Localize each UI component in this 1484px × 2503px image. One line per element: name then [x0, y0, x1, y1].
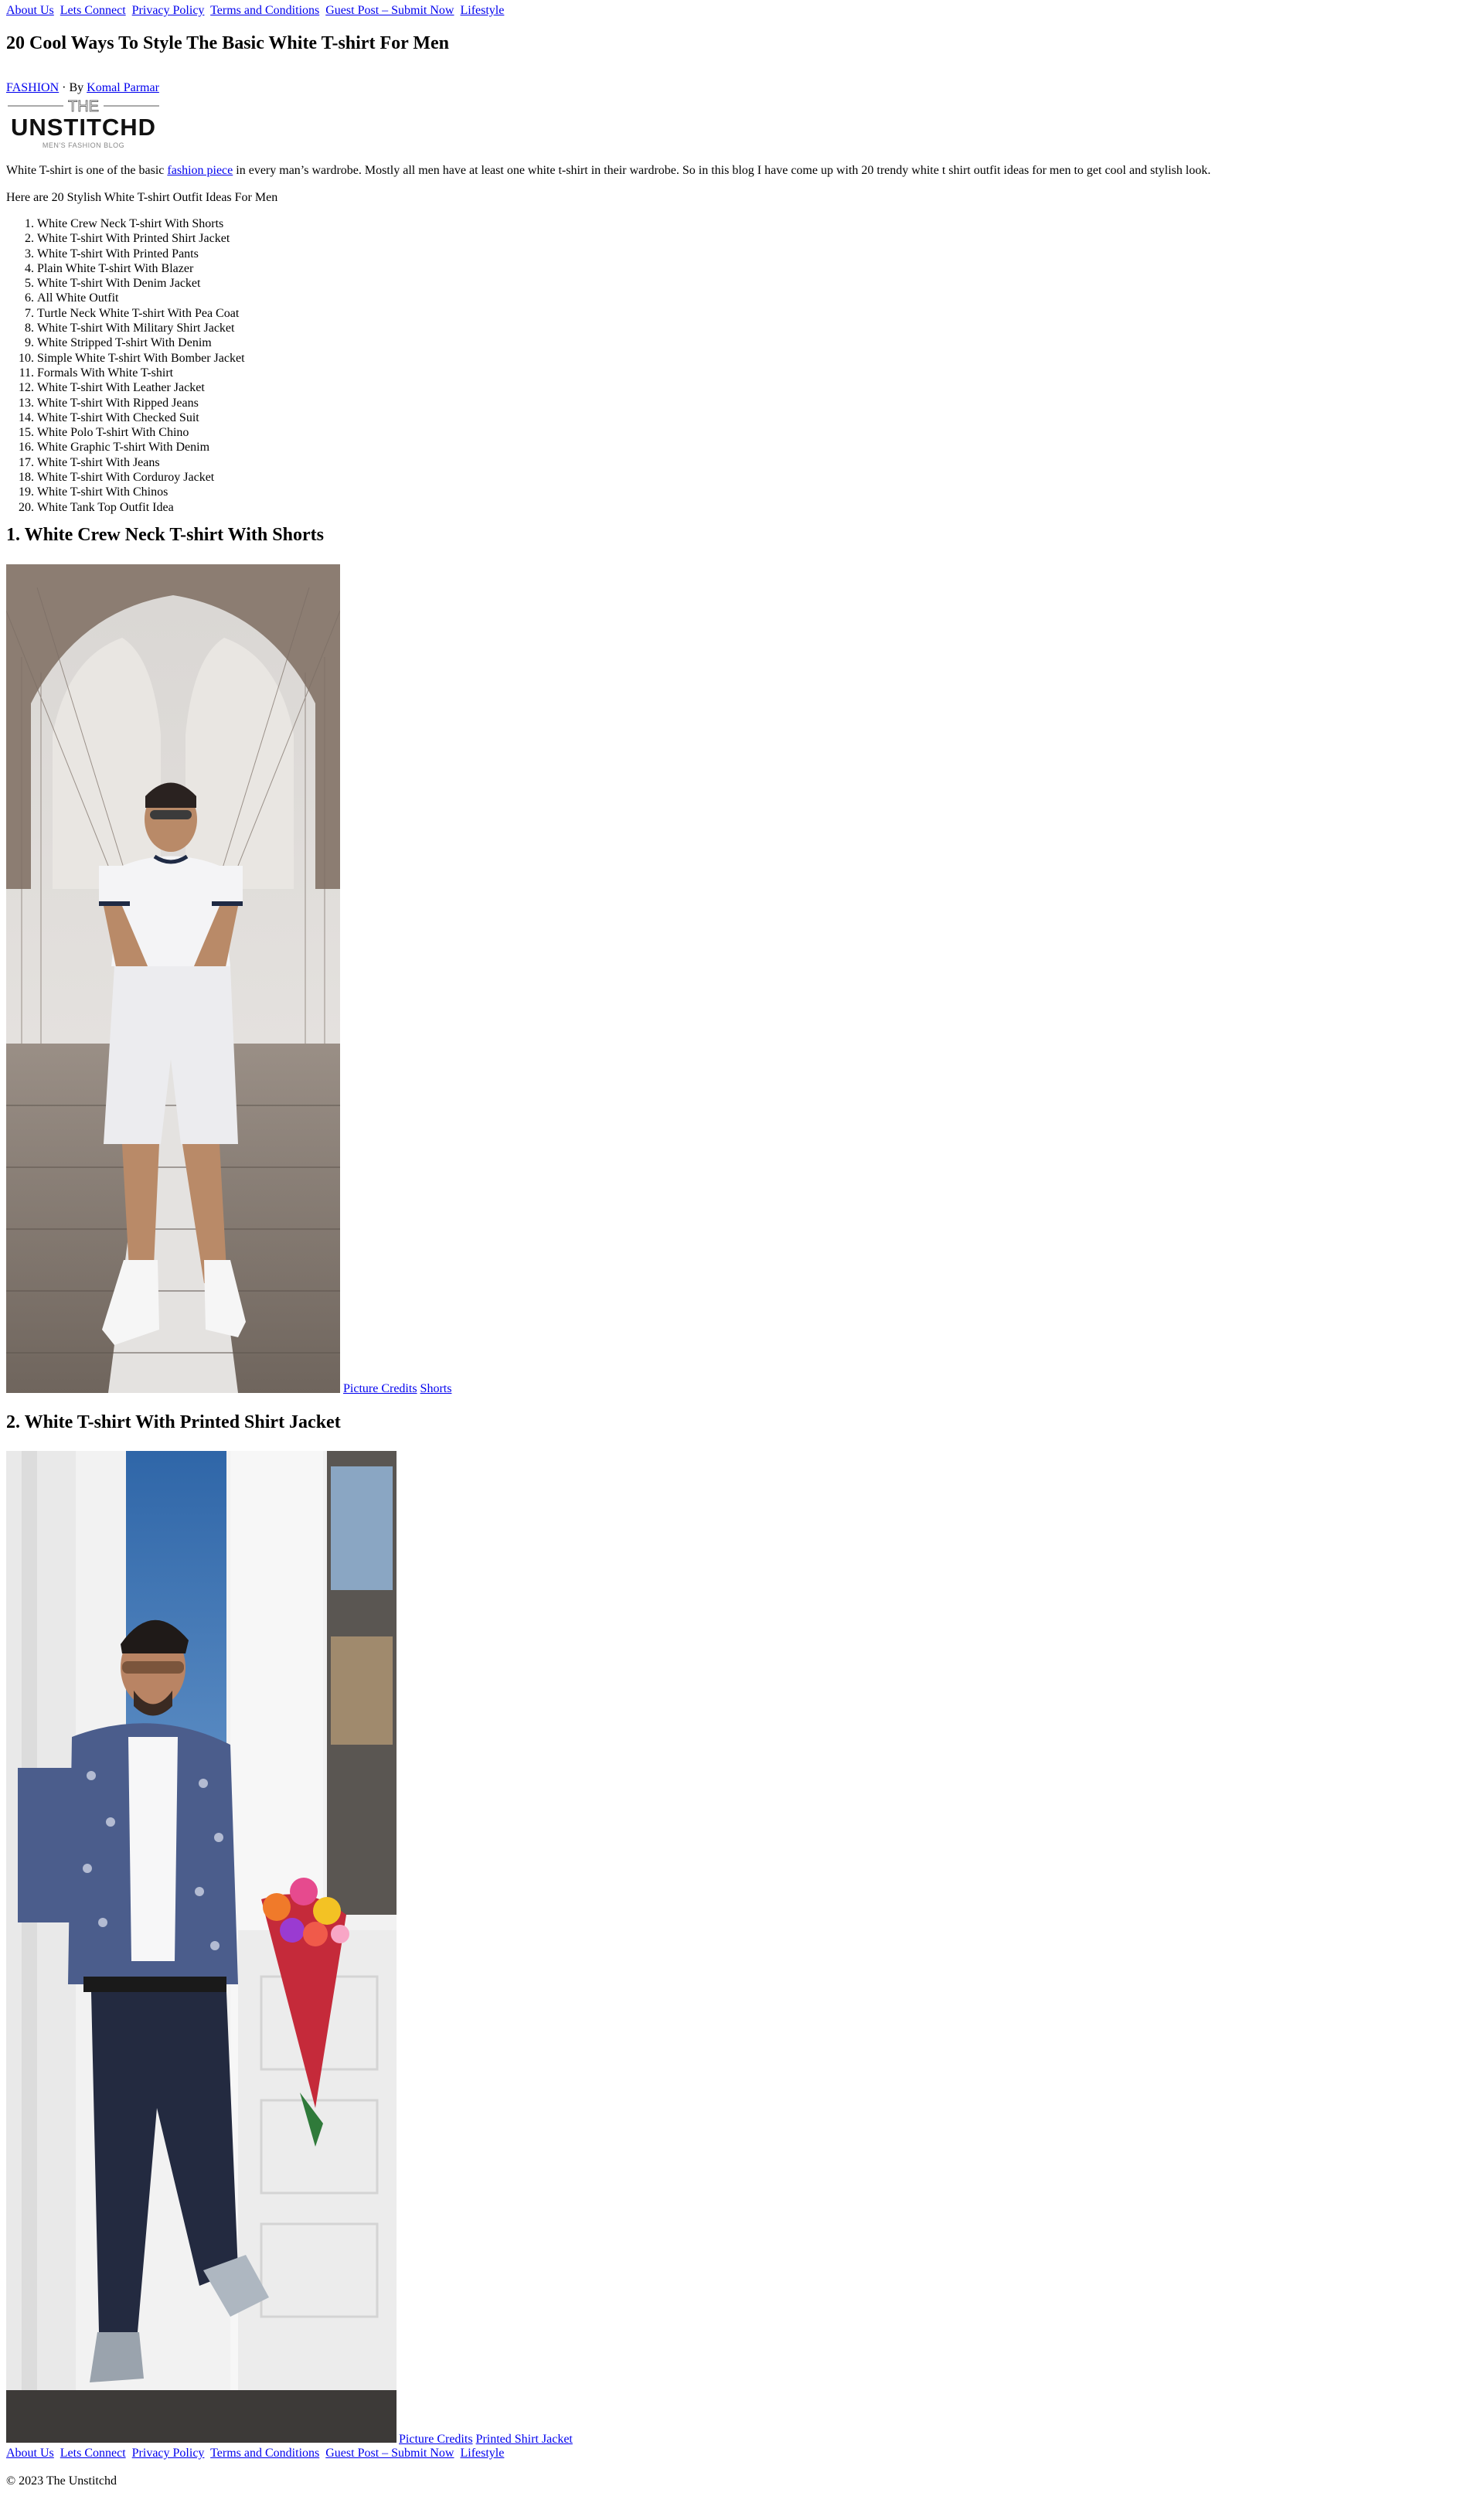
- toc-item: White T-shirt With Checked Suit: [37, 410, 1478, 425]
- section-heading-2: 2. White T-shirt With Printed Shirt Jack…: [6, 1412, 341, 1432]
- toc-list: White Crew Neck T-shirt With Shorts Whit…: [6, 216, 1478, 515]
- toc-item: White T-shirt With Ripped Jeans: [37, 396, 1478, 410]
- site-logo[interactable]: THE UNSTITCHD MEN'S FASHION BLOG: [6, 97, 161, 151]
- toc-item: Plain White T-shirt With Blazer: [37, 261, 1478, 276]
- nav-link-about-us[interactable]: About Us: [6, 4, 54, 17]
- footer-link-lets-connect[interactable]: Lets Connect: [60, 2447, 126, 2460]
- intro-paragraph: White T-shirt is one of the basic fashio…: [6, 164, 1211, 177]
- section-heading-1: 1. White Crew Neck T-shirt With Shorts: [6, 525, 324, 545]
- toc-item: White Graphic T-shirt With Denim: [37, 440, 1478, 455]
- page-title: 20 Cool Ways To Style The Basic White T-…: [6, 33, 449, 53]
- footer-link-guest-post[interactable]: Guest Post – Submit Now: [325, 2447, 454, 2460]
- footer-link-terms[interactable]: Terms and Conditions: [210, 2447, 319, 2460]
- nav-link-guest-post[interactable]: Guest Post – Submit Now: [325, 4, 454, 17]
- nav-link-lets-connect[interactable]: Lets Connect: [60, 4, 126, 17]
- logo-the-text: THE: [68, 98, 99, 115]
- toc-item: White T-shirt With Leather Jacket: [37, 380, 1478, 395]
- author-link[interactable]: Komal Parmar: [87, 81, 159, 94]
- toc-item: Turtle Neck White T-shirt With Pea Coat: [37, 306, 1478, 321]
- toc-item: White T-shirt With Printed Shirt Jacket: [37, 231, 1478, 246]
- nav-link-privacy-policy[interactable]: Privacy Policy: [132, 4, 205, 17]
- picture-credits-link-2[interactable]: Picture Credits: [399, 2433, 473, 2446]
- top-nav: About Us Lets Connect Privacy Policy Ter…: [6, 0, 1478, 19]
- footer-nav: About Us Lets Connect Privacy Policy Ter…: [6, 2446, 507, 2460]
- logo-tagline-text: MEN'S FASHION BLOG: [43, 141, 124, 149]
- product-link-shorts[interactable]: Shorts: [420, 1382, 452, 1395]
- nav-link-lifestyle[interactable]: Lifestyle: [460, 4, 504, 17]
- fashion-piece-link[interactable]: fashion piece: [167, 164, 233, 177]
- toc-item: White Crew Neck T-shirt With Shorts: [37, 216, 1478, 231]
- toc-item: All White Outfit: [37, 291, 1478, 305]
- toc-item: White Tank Top Outfit Idea: [37, 500, 1478, 515]
- toc-item: White T-shirt With Corduroy Jacket: [37, 470, 1478, 485]
- toc-item: White T-shirt With Denim Jacket: [37, 276, 1478, 291]
- footer-link-privacy-policy[interactable]: Privacy Policy: [132, 2447, 205, 2460]
- toc-item: Simple White T-shirt With Bomber Jacket: [37, 351, 1478, 366]
- nav-link-terms[interactable]: Terms and Conditions: [210, 4, 319, 17]
- toc-item: White T-shirt With Chinos: [37, 485, 1478, 499]
- toc-lead: Here are 20 Stylish White T-shirt Outfit…: [6, 191, 278, 204]
- category-link[interactable]: FASHION: [6, 81, 59, 94]
- post-meta: FASHION · By Komal Parmar: [6, 80, 1478, 95]
- photo-2-caption: Picture Credits Printed Shirt Jacket: [399, 2432, 573, 2447]
- outfit-photo-2: [6, 1451, 397, 2443]
- outfit-photo-1: [6, 564, 340, 1393]
- photo-1-caption: Picture Credits Shorts: [343, 1381, 451, 1396]
- product-link-printed-shirt-jacket[interactable]: Printed Shirt Jacket: [476, 2433, 573, 2446]
- toc-item: White T-shirt With Military Shirt Jacket: [37, 321, 1478, 335]
- logo-brand-text: UNSTITCHD: [11, 114, 156, 141]
- toc-item: White T-shirt With Jeans: [37, 455, 1478, 470]
- copyright-text: © 2023 The Unstitchd: [6, 2474, 117, 2488]
- picture-credits-link-1[interactable]: Picture Credits: [343, 1382, 417, 1395]
- by-label: · By: [62, 81, 84, 94]
- toc-item: White T-shirt With Printed Pants: [37, 247, 1478, 261]
- footer-link-about-us[interactable]: About Us: [6, 2447, 54, 2460]
- footer-link-lifestyle[interactable]: Lifestyle: [460, 2447, 504, 2460]
- toc-item: White Stripped T-shirt With Denim: [37, 335, 1478, 350]
- toc-item: Formals With White T-shirt: [37, 366, 1478, 380]
- toc-item: White Polo T-shirt With Chino: [37, 425, 1478, 440]
